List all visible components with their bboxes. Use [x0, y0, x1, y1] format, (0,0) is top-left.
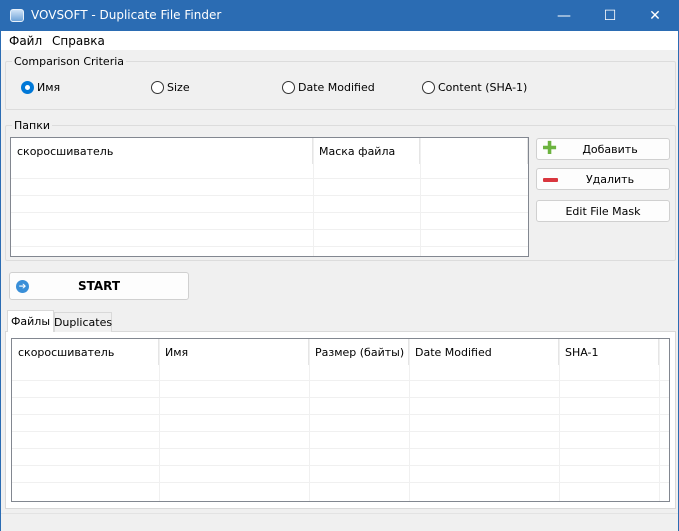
remove-label: Удалить — [585, 172, 635, 186]
remove-button[interactable]: Удалить — [536, 168, 670, 190]
radio-icon — [151, 81, 164, 94]
grid-line — [12, 397, 669, 398]
radio-label: Size — [167, 81, 190, 94]
column-header-folder[interactable]: скоросшиватель — [12, 339, 159, 365]
menu-file[interactable]: Файл — [9, 34, 42, 48]
radio-size[interactable]: Size — [151, 81, 190, 94]
column-header-mask[interactable]: Маска файла — [313, 138, 420, 164]
grid-line — [11, 229, 528, 230]
menu-bar: Файл Справка — [1, 31, 678, 50]
grid-line — [11, 212, 528, 213]
folders-legend: Папки — [14, 119, 50, 132]
arrow-right-icon: ➔ — [16, 280, 29, 293]
radio-date-modified[interactable]: Date Modified — [282, 81, 375, 94]
grid-line — [313, 138, 314, 256]
title-bar: VOVSOFT - Duplicate File Finder — ☐ ✕ — [1, 1, 678, 31]
files-list[interactable]: скоросшиватель Имя Размер (байты) Date M… — [11, 338, 670, 502]
window-title: VOVSOFT - Duplicate File Finder — [31, 8, 222, 22]
radio-label: Date Modified — [298, 81, 375, 94]
grid-line — [420, 138, 421, 256]
add-label: Добавить — [582, 142, 638, 156]
grid-line — [659, 339, 660, 501]
comparison-criteria-legend: Comparison Criteria — [14, 55, 125, 68]
start-label: START — [77, 279, 121, 293]
menu-help[interactable]: Справка — [52, 34, 105, 48]
radio-label: Имя — [37, 81, 61, 94]
radio-content-sha1[interactable]: Content (SHA-1) — [422, 81, 527, 94]
grid-line — [11, 178, 528, 179]
column-header-sha1[interactable]: SHA-1 — [559, 339, 659, 365]
column-header-folder[interactable]: скоросшиватель — [11, 138, 313, 164]
tab-files[interactable]: Файлы — [7, 310, 54, 332]
column-header-empty[interactable] — [420, 138, 528, 164]
grid-line — [409, 339, 410, 501]
minus-icon — [543, 178, 558, 182]
grid-line — [12, 482, 669, 483]
grid-line — [309, 339, 310, 501]
radio-icon — [422, 81, 435, 94]
maximize-button[interactable]: ☐ — [587, 1, 633, 31]
app-icon — [10, 9, 24, 22]
start-button[interactable]: ➔ START — [9, 272, 189, 300]
grid-line — [11, 195, 528, 196]
radio-checked-icon — [21, 81, 34, 94]
edit-file-mask-button[interactable]: Edit File Mask — [536, 200, 670, 222]
grid-line — [559, 339, 560, 501]
folders-list[interactable]: скоросшиватель Маска файла — [10, 137, 529, 257]
plus-icon: ✚ — [542, 138, 558, 159]
grid-line — [12, 380, 669, 381]
grid-line — [11, 246, 528, 247]
grid-line — [12, 431, 669, 432]
radio-name[interactable]: Имя — [21, 81, 60, 94]
radio-label: Content (SHA-1) — [438, 81, 528, 94]
column-header-size[interactable]: Размер (байты) — [309, 339, 409, 365]
minimize-button[interactable]: — — [541, 1, 587, 31]
close-button[interactable]: ✕ — [632, 1, 678, 31]
column-header-name[interactable]: Имя — [159, 339, 309, 365]
grid-line — [12, 448, 669, 449]
status-bar — [1, 513, 678, 531]
column-header-date-modified[interactable]: Date Modified — [409, 339, 559, 365]
add-button[interactable]: ✚ Добавить — [536, 138, 670, 160]
grid-line — [159, 339, 160, 501]
grid-line — [12, 465, 669, 466]
grid-line — [12, 414, 669, 415]
tab-duplicates[interactable]: Duplicates — [54, 312, 112, 332]
radio-icon — [282, 81, 295, 94]
